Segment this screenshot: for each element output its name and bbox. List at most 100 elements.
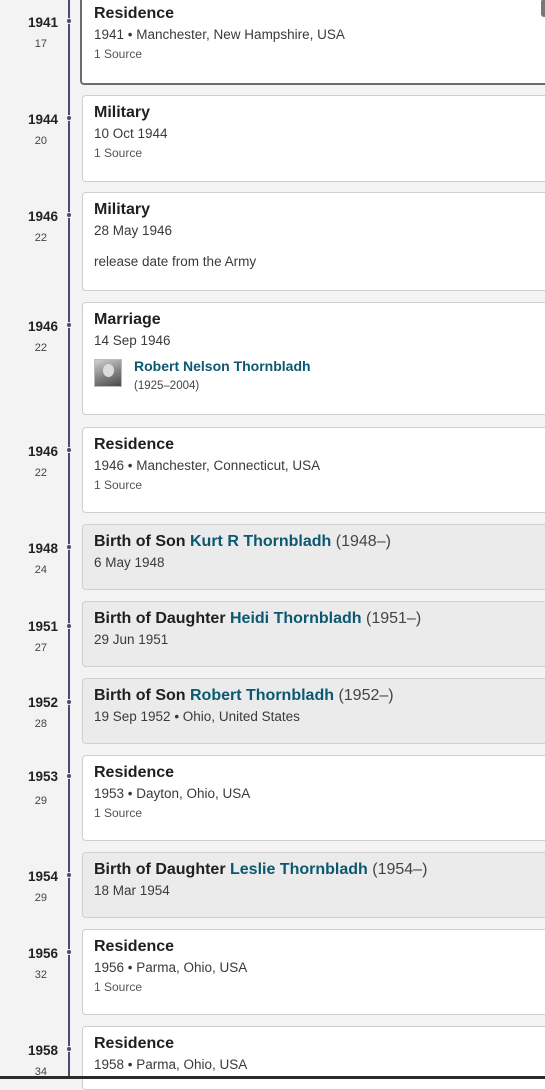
event-year: 1951 xyxy=(27,619,58,634)
event-year: 1958 xyxy=(27,1043,58,1058)
source-count-link[interactable]: 1 Source xyxy=(94,980,540,994)
event-title: Military xyxy=(94,200,540,219)
relative-lifespan: (1952–) xyxy=(338,687,394,704)
timeline-dot xyxy=(67,700,71,704)
event-date-place: 1958 • Parma, Ohio, USA xyxy=(94,1057,248,1072)
event-date-place: 18 Mar 1954 xyxy=(94,883,170,898)
event-title: Birth of Daughter Heidi Thornbladh (1951… xyxy=(94,609,540,628)
event-title: Birth of Daughter Leslie Thornbladh (195… xyxy=(94,860,540,879)
event-type: Military xyxy=(94,201,151,218)
event-title: Residence xyxy=(94,1034,540,1053)
source-count-link[interactable]: 1 Source xyxy=(94,146,540,160)
event-title: Birth of Son Kurt R Thornbladh (1948–) xyxy=(94,532,540,551)
relative-link[interactable]: Robert Thornbladh xyxy=(190,687,334,704)
event-age: 22 xyxy=(34,342,47,354)
relative-lifespan: (1951–) xyxy=(366,610,422,627)
event-card[interactable]: Residence 1953 • Dayton, Ohio, USA 1 Sourc… xyxy=(82,755,545,841)
timeline-dot xyxy=(67,624,71,628)
relative-lifespan: (1948–) xyxy=(335,533,391,550)
card-options-icon[interactable] xyxy=(541,0,545,17)
event-age: 24 xyxy=(34,564,47,576)
event-type: Residence xyxy=(94,938,175,955)
event-title: Residence xyxy=(94,763,540,782)
event-date-place: 10 Oct 1944 xyxy=(94,126,168,141)
event-year: 1953 xyxy=(27,769,58,784)
event-type: Military xyxy=(94,104,151,121)
event-note: release date from the Army xyxy=(94,254,257,269)
source-count-link[interactable]: 1 Source xyxy=(94,478,540,492)
event-type: Birth of Son xyxy=(94,687,186,704)
event-age: 29 xyxy=(34,795,47,807)
relative-link[interactable]: Leslie Thornbladh xyxy=(230,861,368,878)
event-card[interactable]: Military 28 May 1946 release date from the… xyxy=(82,192,545,291)
event-year: 1948 xyxy=(27,541,58,556)
event-title: Marriage xyxy=(94,310,540,329)
event-card[interactable]: Residence 1958 • Parma, Ohio, USA xyxy=(82,1026,545,1090)
event-card[interactable]: Marriage 14 Sep 1946 Robert Nelson Thornbl… xyxy=(82,302,545,415)
event-year: 1941 xyxy=(27,15,58,30)
timeline-dot xyxy=(67,774,71,778)
spouse-name-link[interactable]: Robert Nelson Thornbladh xyxy=(134,358,311,374)
event-year: 1946 xyxy=(27,209,58,224)
relative-link[interactable]: Heidi Thornbladh xyxy=(230,610,362,627)
event-age: 28 xyxy=(34,718,47,730)
event-type: Marriage xyxy=(94,311,161,328)
event-age: 17 xyxy=(34,38,47,50)
event-type: Residence xyxy=(94,436,175,453)
event-card[interactable]: Residence 1941 • Manchester, New Hampshir… xyxy=(80,0,545,85)
source-count-link[interactable]: 1 Source xyxy=(94,806,540,820)
timeline-dot xyxy=(67,545,71,549)
event-type: Residence xyxy=(94,5,175,22)
timeline-dot xyxy=(67,323,71,327)
event-date-place: 6 May 1948 xyxy=(94,555,165,570)
event-year: 1954 xyxy=(27,869,58,884)
event-date-place: 1946 • Manchester, Connecticut, USA xyxy=(94,458,321,473)
event-type: Birth of Daughter xyxy=(94,861,226,878)
event-year: 1946 xyxy=(27,444,58,459)
event-year: 1946 xyxy=(27,319,58,334)
timeline-dot xyxy=(67,1047,71,1051)
event-card[interactable]: Residence 1956 • Parma, Ohio, USA 1 Source xyxy=(82,929,545,1015)
event-age: 32 xyxy=(34,969,47,981)
event-type: Birth of Son xyxy=(94,533,186,550)
event-date-place: 14 Sep 1946 xyxy=(94,333,171,348)
event-title: Birth of Son Robert Thornbladh (1952–) xyxy=(94,686,540,705)
event-card[interactable]: Residence 1946 • Manchester, Connecticut,… xyxy=(82,427,545,513)
event-title: Residence xyxy=(94,435,540,454)
event-title: Military xyxy=(94,103,540,122)
relative-lifespan: (1954–) xyxy=(372,861,428,878)
spouse-entry[interactable]: Robert Nelson Thornbladh (1925–2004) xyxy=(94,358,540,398)
event-type: Residence xyxy=(94,764,175,781)
event-age: 20 xyxy=(34,135,47,147)
timeline-dot xyxy=(67,950,71,954)
timeline-line xyxy=(68,0,70,1079)
event-age: 22 xyxy=(34,232,47,244)
event-year: 1944 xyxy=(27,112,58,127)
event-age: 22 xyxy=(34,467,47,479)
event-date-place: 1941 • Manchester, New Hampshire, USA xyxy=(94,27,345,42)
spouse-lifespan: (1925–2004) xyxy=(134,380,200,392)
source-count-link[interactable]: 1 Source xyxy=(94,47,537,61)
event-date-place: 28 May 1946 xyxy=(94,223,173,238)
event-title: Residence xyxy=(94,4,537,23)
event-age: 27 xyxy=(34,642,47,654)
event-card[interactable]: Birth of Daughter Heidi Thornbladh (1951… xyxy=(82,601,545,667)
event-card[interactable]: Birth of Daughter Leslie Thornbladh (195… xyxy=(82,852,545,918)
event-card[interactable]: Military 10 Oct 1944 1 Source xyxy=(82,95,545,182)
event-year: 1952 xyxy=(27,695,58,710)
life-events-timeline: 1941 17 Residence 1941 • Manchester, New Ha… xyxy=(0,0,545,1090)
event-card[interactable]: Birth of Son Robert Thornbladh (1952–) 19… xyxy=(82,678,545,744)
event-year: 1956 xyxy=(27,946,58,961)
timeline-dot xyxy=(67,448,71,452)
timeline-dot xyxy=(67,19,71,23)
spouse-photo[interactable] xyxy=(94,359,122,387)
event-date-place: 1953 • Dayton, Ohio, USA xyxy=(94,786,251,801)
relative-link[interactable]: Kurt R Thornbladh xyxy=(190,533,331,550)
event-age: 29 xyxy=(34,892,47,904)
timeline-dot xyxy=(67,213,71,217)
event-card[interactable]: Birth of Son Kurt R Thornbladh (1948–) 6 … xyxy=(82,524,545,590)
event-type: Residence xyxy=(94,1035,175,1052)
timeline-dot xyxy=(67,116,71,120)
event-type: Birth of Daughter xyxy=(94,610,226,627)
event-date-place: 29 Jun 1951 xyxy=(94,632,169,647)
